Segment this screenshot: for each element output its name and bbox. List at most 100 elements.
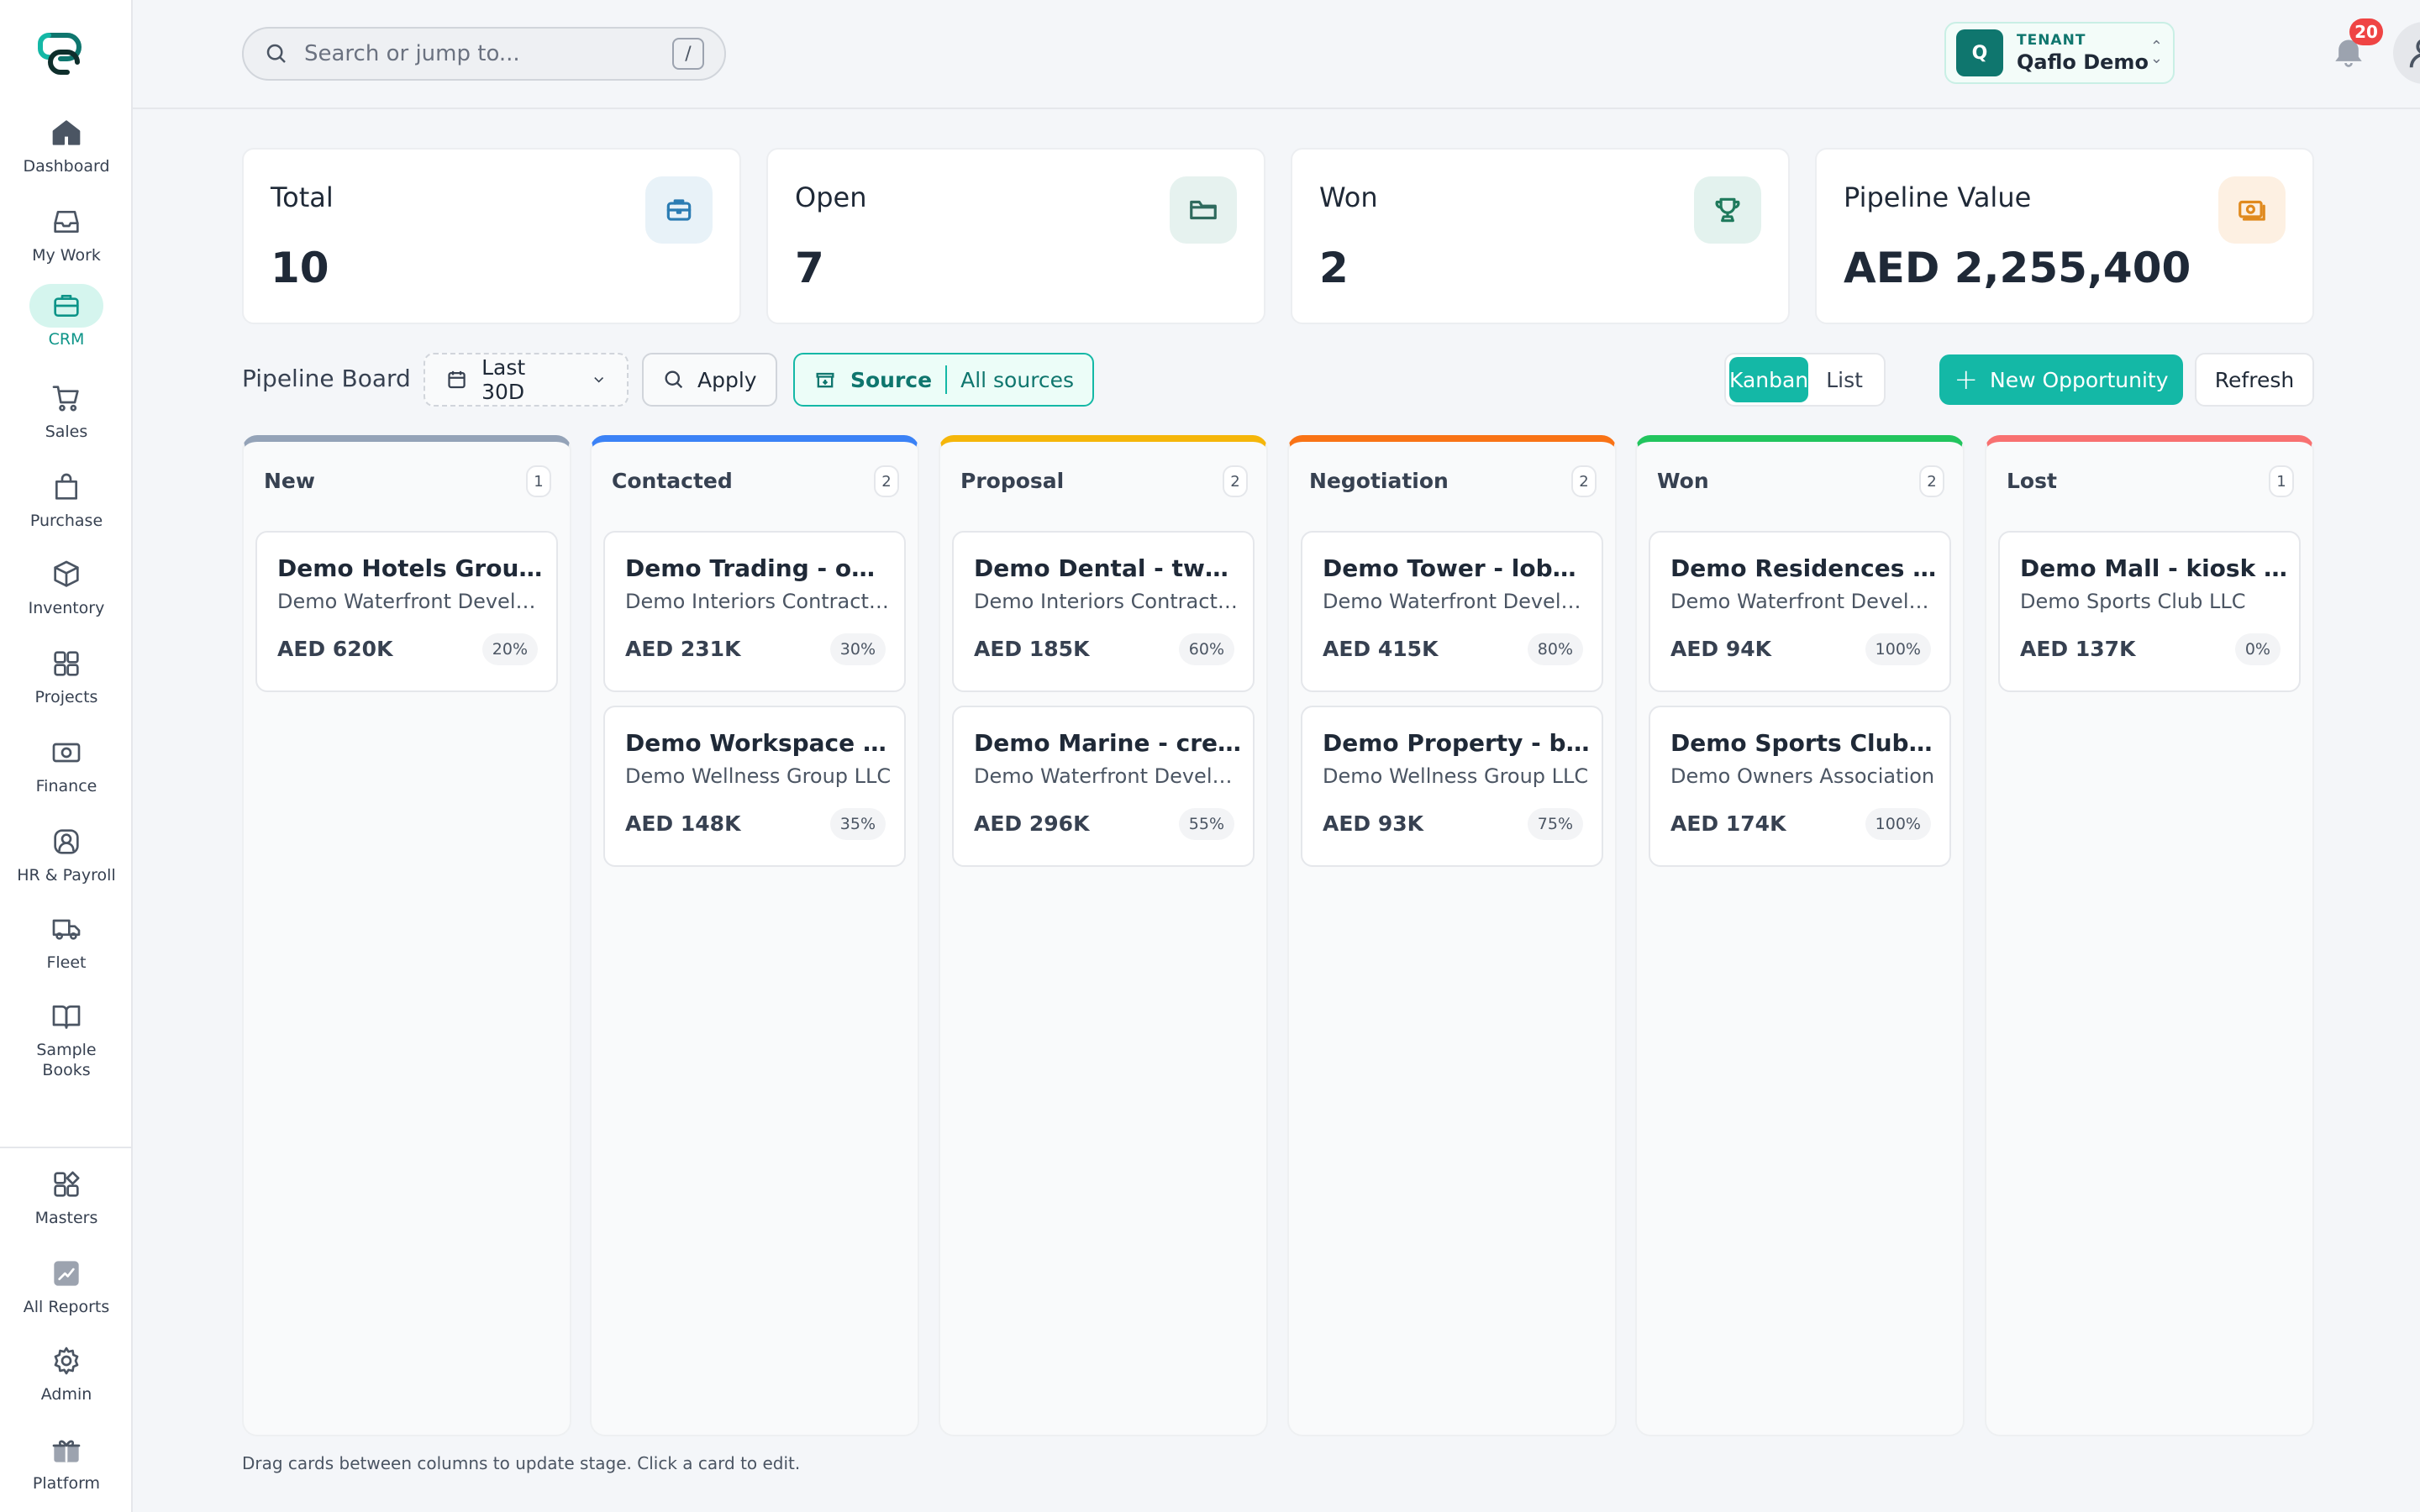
card-title: Demo Sports Club - gym	[1670, 729, 1938, 757]
refresh-button[interactable]: Refresh	[2195, 353, 2314, 407]
card-probability-badge: 60%	[1178, 633, 1234, 665]
notifications-button[interactable]: 20	[2331, 18, 2383, 72]
opportunity-card[interactable]: Demo Mall - kiosk rollout Demo Sports Cl…	[1998, 531, 2301, 692]
notification-count-badge: 20	[2349, 18, 2383, 45]
cash-icon	[52, 743, 81, 763]
new-opportunity-button[interactable]: + New Opportunity	[1939, 354, 2183, 405]
card-probability-badge: 80%	[1527, 633, 1583, 665]
tenant-badge: Q	[1956, 29, 2003, 76]
source-label: Source	[850, 367, 933, 392]
sidebar-item-all-reports[interactable]: All Reports	[0, 1252, 133, 1339]
column-count: 2	[1919, 465, 1944, 497]
search-input[interactable]: Search or jump to... /	[242, 27, 726, 81]
card-probability-badge: 0%	[2234, 633, 2281, 665]
tenant-switcher[interactable]: Q TENANT Qaflo Demo ⌃ ⌄	[1944, 22, 2175, 84]
card-title: Demo Hotels Group - wellness spa fitout	[277, 554, 544, 582]
opportunity-card[interactable]: Demo Trading - office refit Demo Interio…	[603, 531, 906, 692]
opportunity-card[interactable]: Demo Dental - two clinics Demo Interiors…	[952, 531, 1255, 692]
trophy-icon	[1715, 197, 1740, 223]
cash-icon	[2238, 200, 2265, 221]
opportunity-card[interactable]: Demo Property - blinds package Demo Well…	[1301, 706, 1603, 867]
card-probability-badge: 20%	[481, 633, 538, 665]
card-probability-badge: 100%	[1865, 808, 1931, 840]
sidebar-item-label: Inventory	[28, 599, 105, 617]
card-amount: AED 93K	[1323, 811, 1424, 836]
date-range-select[interactable]: Last 30D	[424, 353, 629, 407]
briefcase-icon	[666, 199, 692, 221]
bag-icon	[55, 473, 77, 500]
new-opportunity-label: New Opportunity	[1990, 367, 2169, 392]
stat-card-pipeline-value: Pipeline Value AED 2,255,400	[1815, 148, 2314, 324]
user-circle-icon	[54, 829, 79, 854]
column-count: 2	[1571, 465, 1597, 497]
opportunity-card[interactable]: Demo Sports Club - gym Demo Owners Assoc…	[1649, 706, 1951, 867]
box-icon	[54, 560, 79, 587]
gear-icon	[54, 1347, 79, 1375]
source-filter[interactable]: Source All sources	[793, 353, 1095, 407]
view-list-button[interactable]: List	[1808, 357, 1881, 402]
opportunity-card[interactable]: Demo Residences - snagging Demo Waterfro…	[1649, 531, 1951, 692]
card-company: Demo Waterfront Developers	[1323, 590, 1590, 613]
opportunity-card[interactable]: Demo Tower - lobby joinery Demo Waterfro…	[1301, 531, 1603, 692]
apply-label: Apply	[697, 367, 757, 392]
calendar-icon	[448, 370, 466, 389]
stat-value: 2	[1319, 244, 1349, 292]
opportunity-card[interactable]: Demo Marine - crew quarters Demo Waterfr…	[952, 706, 1255, 867]
column-negotiation: Negotiation 2 Demo Tower - lobby joinery…	[1287, 435, 1617, 1436]
column-title: Contacted	[612, 469, 733, 493]
folder-icon	[1190, 200, 1217, 220]
card-amount: AED 296K	[974, 811, 1090, 836]
card-title: Demo Trading - office refit	[625, 554, 892, 582]
qaflo-logo[interactable]	[37, 29, 96, 79]
sidebar-item-my-work[interactable]: My Work	[0, 200, 133, 287]
sidebar-item-finance[interactable]: Finance	[0, 731, 133, 818]
shapes-icon	[54, 1171, 80, 1197]
column-count: 1	[526, 465, 551, 497]
stat-card-open: Open 7	[766, 148, 1265, 324]
column-won: Won 2 Demo Residences - snagging Demo Wa…	[1635, 435, 1965, 1436]
sidebar-item-hr-payroll[interactable]: HR & Payroll	[0, 820, 133, 907]
card-probability-badge: 30%	[829, 633, 886, 665]
sidebar-item-platform[interactable]: Platform	[0, 1428, 133, 1512]
sidebar-item-fleet[interactable]: Fleet	[0, 907, 133, 995]
sidebar-item-label: Dashboard	[23, 157, 110, 176]
sidebar-item-projects[interactable]: Projects	[0, 642, 133, 729]
sidebar-item-label: All Reports	[23, 1298, 110, 1316]
sidebar-item-masters[interactable]: Masters	[0, 1163, 133, 1250]
card-company: Demo Owners Association	[1670, 764, 1935, 788]
stat-icon-wrap	[645, 176, 713, 244]
sidebar-item-label: Purchase	[29, 512, 103, 530]
apply-button[interactable]: Apply	[642, 353, 777, 407]
card-probability-badge: 75%	[1527, 808, 1583, 840]
sidebar-item-crm[interactable]: CRM	[0, 284, 133, 371]
drag-hint: Drag cards between columns to update sta…	[242, 1453, 801, 1473]
sidebar-item-purchase[interactable]: Purchase	[0, 465, 133, 553]
sidebar-item-inventory[interactable]: Inventory	[0, 553, 133, 640]
view-kanban-button[interactable]: Kanban	[1729, 357, 1809, 402]
opportunity-card[interactable]: Demo Hotels Group - wellness spa fitout …	[255, 531, 558, 692]
book-icon	[52, 1005, 81, 1029]
stat-value: 7	[795, 244, 824, 292]
column-lost: Lost 1 Demo Mall - kiosk rollout Demo Sp…	[1985, 435, 2314, 1436]
briefcase-icon	[54, 295, 79, 317]
source-divider	[945, 365, 948, 394]
chevron-up-down-icon: ⌃ ⌄	[2149, 38, 2163, 67]
card-company: Demo Waterfront Developers	[1670, 590, 1938, 613]
card-title: Demo Mall - kiosk rollout	[2020, 554, 2287, 582]
plus-icon: +	[1954, 363, 1979, 396]
sidebar-item-label: CRM	[48, 330, 85, 349]
card-amount: AED 620K	[277, 637, 393, 661]
stat-title: Won	[1319, 181, 1378, 213]
column-title: Negotiation	[1309, 469, 1449, 493]
user-avatar[interactable]	[2393, 22, 2420, 84]
column-contacted: Contacted 2 Demo Trading - office refit …	[590, 435, 919, 1436]
stat-icon-wrap	[1694, 176, 1761, 244]
opportunity-card[interactable]: Demo Workspace - 3rd floor Demo Wellness…	[603, 706, 906, 867]
sidebar-item-label: Finance	[35, 777, 97, 795]
sidebar-item-dashboard[interactable]: Dashboard	[0, 111, 133, 198]
sidebar-item-sales[interactable]: Sales	[0, 376, 133, 464]
sidebar-item-sample-books[interactable]: Sample Books	[0, 995, 133, 1104]
sidebar-item-admin[interactable]: Admin	[0, 1339, 133, 1426]
card-amount: AED 415K	[1323, 637, 1439, 661]
card-title: Demo Marine - crew quarters	[974, 729, 1241, 757]
